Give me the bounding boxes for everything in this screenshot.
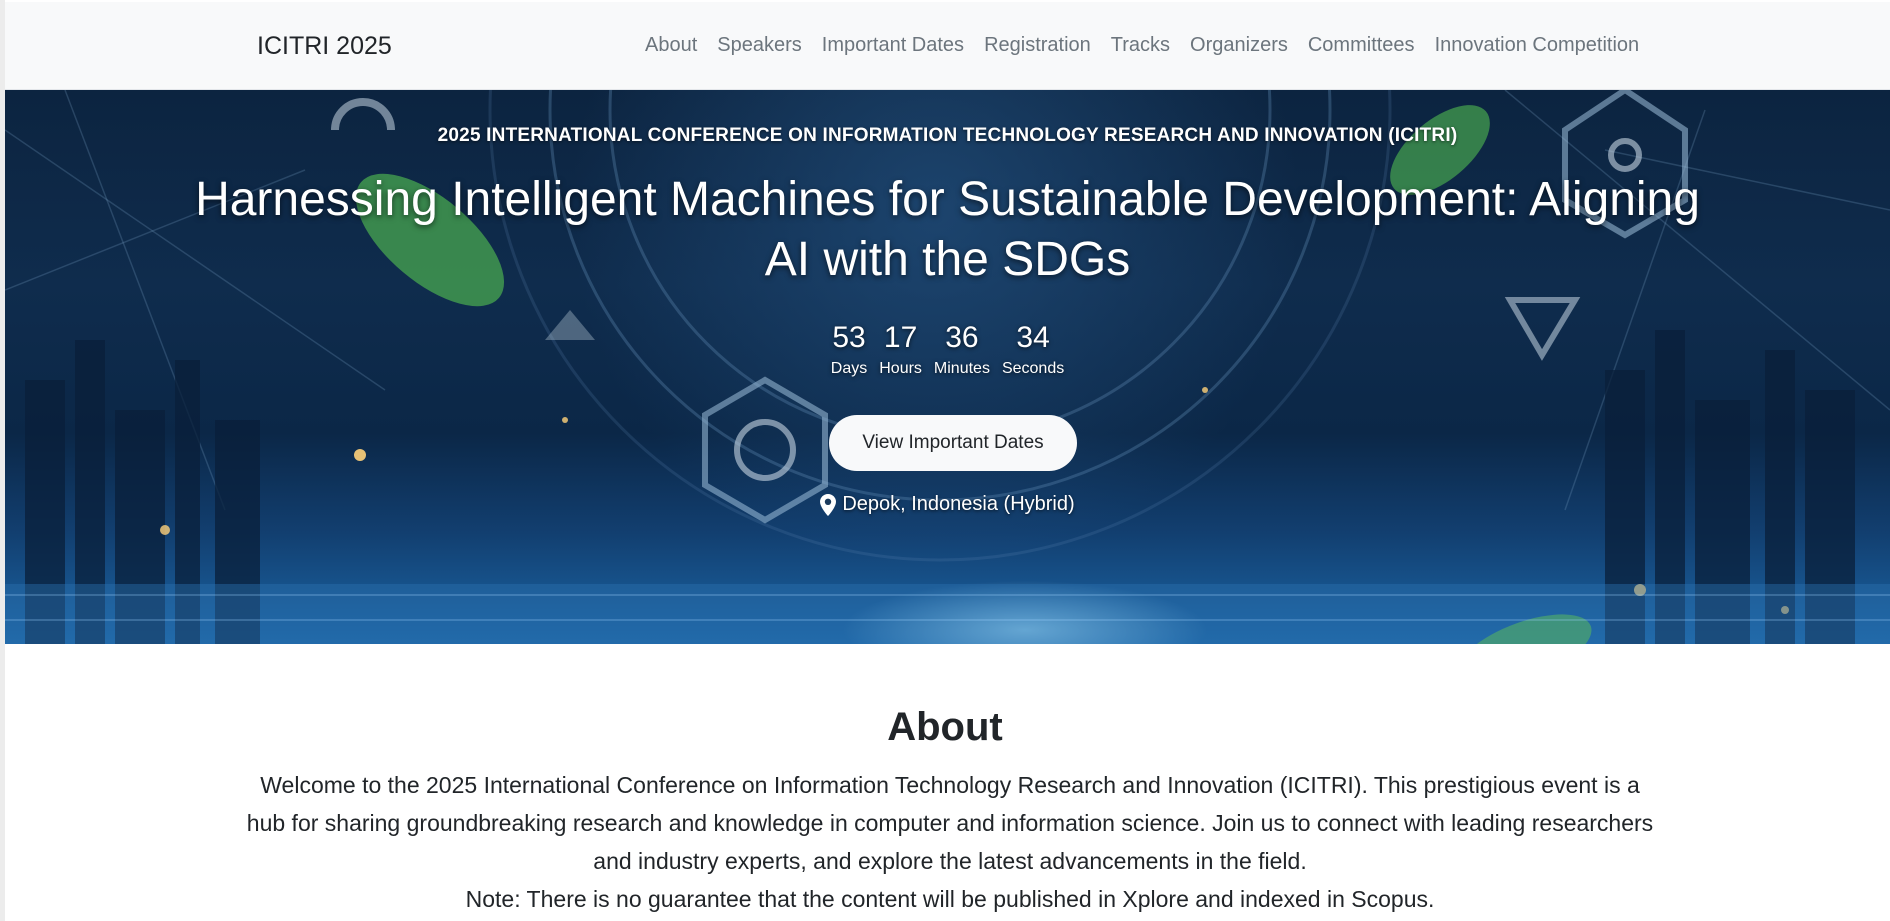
countdown-seconds-label: Seconds — [1001, 360, 1065, 377]
countdown-days-label: Days — [830, 360, 868, 377]
hero-content: 2025 INTERNATIONAL CONFERENCE ON INFORMA… — [5, 90, 1890, 644]
event-location-text: Depok, Indonesia (Hybrid) — [842, 493, 1075, 515]
hero-headline: Harnessing Intelligent Machines for Sust… — [195, 173, 1700, 286]
hero-section: 2025 INTERNATIONAL CONFERENCE ON INFORMA… — [5, 90, 1890, 644]
countdown-seconds-value: 34 — [1016, 321, 1050, 354]
navbar: ICITRI 2025 About Speakers Important Dat… — [5, 2, 1890, 90]
countdown-hours-label: Hours — [879, 360, 922, 377]
countdown-minutes: 36 Minutes — [928, 318, 996, 380]
countdown-hours-value: 17 — [883, 321, 918, 354]
countdown-minutes-value: 36 — [945, 321, 979, 354]
nav-link-about[interactable]: About — [635, 34, 707, 57]
countdown-days: 53 Days — [825, 318, 873, 380]
nav-links: About Speakers Important Dates Registrat… — [635, 34, 1649, 57]
about-description: Welcome to the 2025 International Confer… — [245, 766, 1655, 918]
nav-link-committees[interactable]: Committees — [1298, 34, 1425, 57]
map-marker-icon — [820, 493, 837, 516]
nav-link-innovation-competition[interactable]: Innovation Competition — [1425, 34, 1650, 57]
countdown-timer: 53 Days 17 Hours 36 Minutes 34 Seconds — [5, 318, 1890, 380]
countdown-seconds: 34 Seconds — [996, 318, 1070, 380]
view-important-dates-button[interactable]: View Important Dates — [829, 415, 1077, 471]
countdown-days-value: 53 — [832, 321, 866, 354]
brand-link[interactable]: ICITRI 2025 — [257, 32, 392, 61]
countdown-minutes-label: Minutes — [933, 360, 990, 377]
nav-link-important-dates[interactable]: Important Dates — [812, 34, 974, 57]
about-heading: About — [887, 705, 1003, 749]
countdown-hours: 17 Hours — [873, 318, 928, 380]
nav-link-speakers[interactable]: Speakers — [707, 34, 812, 57]
nav-link-organizers[interactable]: Organizers — [1180, 34, 1298, 57]
about-body-text: Welcome to the 2025 International Confer… — [246, 772, 1654, 874]
event-location: Depok, Indonesia (Hybrid) — [5, 493, 1890, 516]
conference-full-name: 2025 INTERNATIONAL CONFERENCE ON INFORMA… — [437, 125, 1458, 146]
nav-link-tracks[interactable]: Tracks — [1101, 34, 1180, 57]
nav-link-registration[interactable]: Registration — [974, 34, 1101, 57]
about-note-text: Note: There is no guarantee that the con… — [465, 886, 1435, 912]
